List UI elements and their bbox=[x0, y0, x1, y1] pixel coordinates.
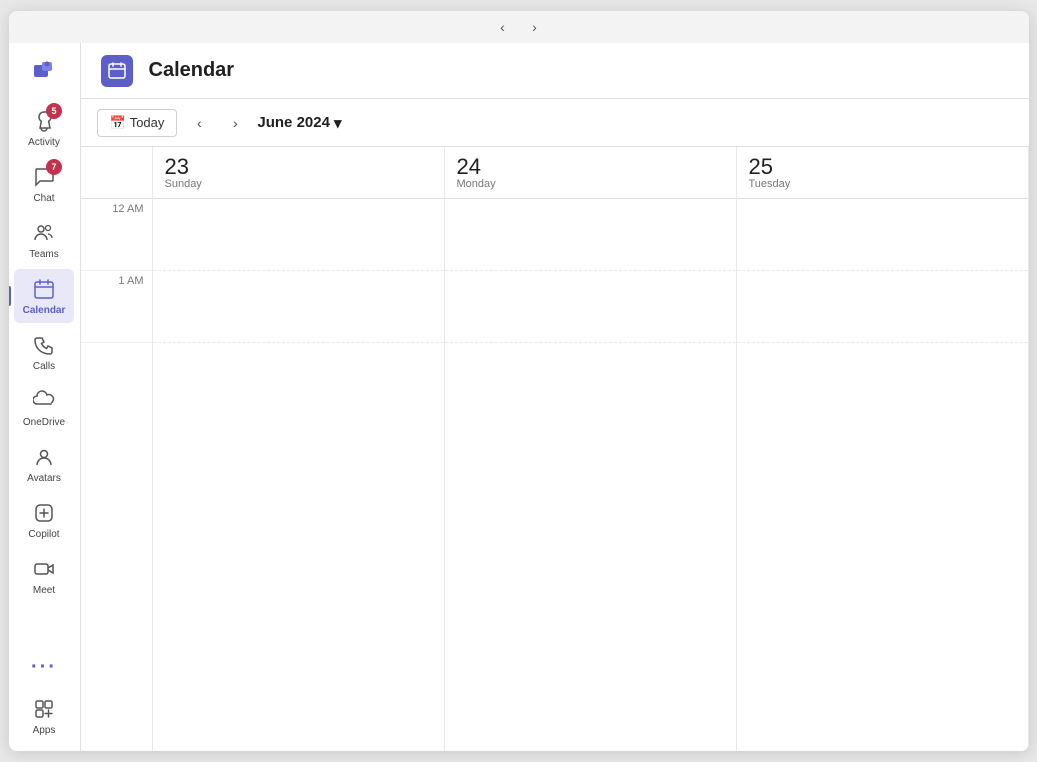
chat-badge: 7 bbox=[46, 159, 62, 175]
time-slot-1am: 1 AM bbox=[81, 271, 152, 343]
day-columns: 23 Sunday 24 Monday bbox=[153, 147, 1029, 751]
today-label: Today bbox=[130, 115, 165, 130]
day-number-25: 25 bbox=[749, 156, 773, 178]
day-slot[interactable] bbox=[737, 199, 1028, 271]
day-name-tuesday: Tuesday bbox=[749, 178, 791, 190]
meet-icon bbox=[30, 555, 58, 583]
teams-icon bbox=[30, 219, 58, 247]
calendar-label: Calendar bbox=[23, 305, 66, 317]
month-text: June 2024 bbox=[257, 114, 330, 131]
teams-logo-icon bbox=[30, 57, 58, 85]
apps-add-icon bbox=[30, 695, 58, 723]
calls-icon bbox=[30, 331, 58, 359]
day-slot[interactable] bbox=[153, 271, 444, 343]
time-slot-12am: 12 AM bbox=[81, 199, 152, 271]
onedrive-icon bbox=[30, 387, 58, 415]
sidebar-item-meet[interactable]: Meet bbox=[14, 549, 74, 603]
calendar-header: Calendar bbox=[81, 43, 1029, 99]
calendar-icon bbox=[30, 275, 58, 303]
day-header-tuesday: 25 Tuesday bbox=[737, 147, 1028, 199]
chevron-down-icon: ▾ bbox=[334, 114, 342, 132]
day-number-23: 23 bbox=[165, 156, 189, 178]
apps-label: Apps bbox=[33, 725, 56, 737]
sidebar-item-chat[interactable]: 7 Chat bbox=[14, 157, 74, 211]
today-button[interactable]: 📅 Today bbox=[97, 109, 178, 137]
main-content: Calendar 📅 Today ‹ › June 2024 ▾ bbox=[81, 43, 1029, 751]
activity-icon: 5 bbox=[30, 107, 58, 135]
dots-icon: ··· bbox=[31, 656, 57, 679]
active-indicator bbox=[9, 286, 12, 306]
copilot-label: Copilot bbox=[28, 529, 59, 541]
day-slots-sunday[interactable] bbox=[153, 199, 444, 751]
day-slot[interactable] bbox=[445, 199, 736, 271]
activity-label: Activity bbox=[28, 137, 60, 149]
day-slot[interactable] bbox=[153, 199, 444, 271]
teams-label: Teams bbox=[29, 249, 58, 261]
avatars-label: Avatars bbox=[27, 473, 61, 485]
app-body: 5 Activity 7 Chat bbox=[9, 43, 1029, 751]
day-slots-tuesday[interactable] bbox=[737, 199, 1028, 751]
meet-label: Meet bbox=[33, 585, 55, 597]
month-label[interactable]: June 2024 ▾ bbox=[257, 114, 341, 132]
day-slots-monday[interactable] bbox=[445, 199, 736, 751]
onedrive-label: OneDrive bbox=[23, 417, 65, 429]
day-header-sunday: 23 Sunday bbox=[153, 147, 444, 199]
calendar-icon-box bbox=[101, 55, 133, 87]
day-slot[interactable] bbox=[445, 271, 736, 343]
day-slot[interactable] bbox=[737, 271, 1028, 343]
sidebar-item-apps[interactable]: Apps bbox=[14, 689, 74, 743]
today-icon: 📅 bbox=[110, 115, 126, 131]
time-column: 12 AM 1 AM bbox=[81, 147, 153, 751]
prev-month-button[interactable]: ‹ bbox=[185, 109, 213, 137]
next-month-button[interactable]: › bbox=[221, 109, 249, 137]
calendar-title: Calendar bbox=[149, 59, 235, 82]
sidebar: 5 Activity 7 Chat bbox=[9, 43, 81, 751]
sidebar-logo[interactable] bbox=[14, 51, 74, 91]
chat-icon: 7 bbox=[30, 163, 58, 191]
day-column-sunday: 23 Sunday bbox=[153, 147, 445, 751]
day-name-sunday: Sunday bbox=[165, 178, 202, 190]
day-header-monday: 24 Monday bbox=[445, 147, 736, 199]
sidebar-item-activity[interactable]: 5 Activity bbox=[14, 101, 74, 155]
sidebar-item-copilot[interactable]: Copilot bbox=[14, 493, 74, 547]
back-button[interactable]: ‹ bbox=[489, 13, 517, 41]
day-column-tuesday: 25 Tuesday bbox=[737, 147, 1029, 751]
calendar-toolbar: 📅 Today ‹ › June 2024 ▾ bbox=[81, 99, 1029, 147]
day-column-monday: 24 Monday bbox=[445, 147, 737, 751]
chat-label: Chat bbox=[33, 193, 54, 205]
sidebar-item-calls[interactable]: Calls bbox=[14, 325, 74, 379]
sidebar-item-calendar[interactable]: Calendar bbox=[14, 269, 74, 323]
sidebar-item-onedrive[interactable]: OneDrive bbox=[14, 381, 74, 435]
day-number-24: 24 bbox=[457, 156, 481, 178]
time-header-cell bbox=[81, 147, 152, 199]
titlebar-nav: ‹ › bbox=[489, 13, 549, 41]
activity-badge: 5 bbox=[46, 103, 62, 119]
copilot-icon bbox=[30, 499, 58, 527]
sidebar-item-teams[interactable]: Teams bbox=[14, 213, 74, 267]
avatars-icon bbox=[30, 443, 58, 471]
day-name-monday: Monday bbox=[457, 178, 496, 190]
calendar-grid: 12 AM 1 AM 23 Sunday bbox=[81, 147, 1029, 751]
title-bar: ‹ › bbox=[9, 11, 1029, 43]
sidebar-dots-button[interactable]: ··· bbox=[14, 648, 74, 687]
forward-button[interactable]: › bbox=[521, 13, 549, 41]
calls-label: Calls bbox=[33, 361, 55, 373]
sidebar-item-avatars[interactable]: Avatars bbox=[14, 437, 74, 491]
